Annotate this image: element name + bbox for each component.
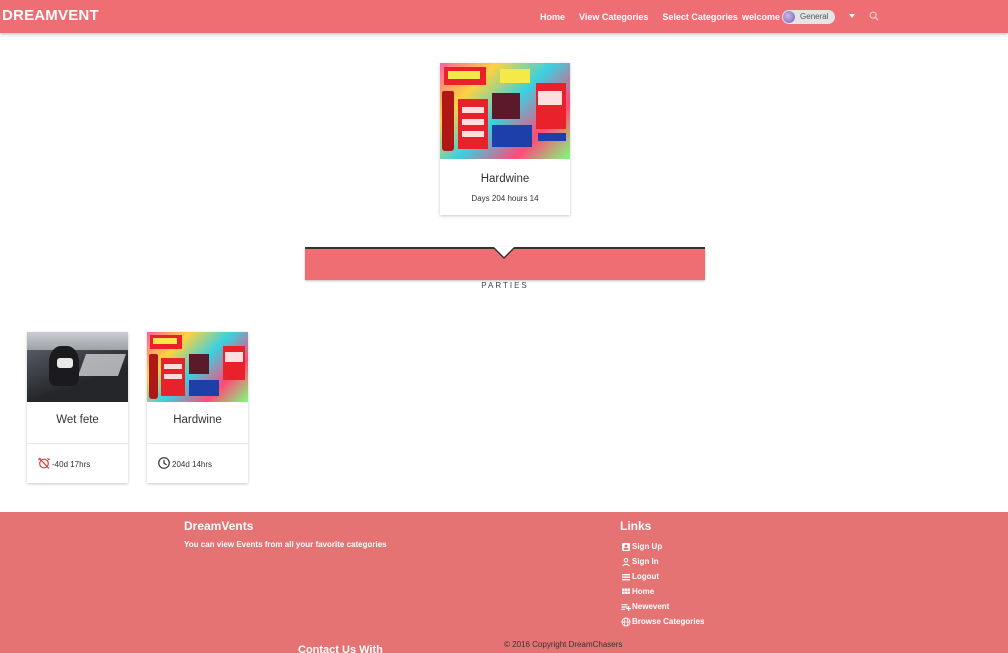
account-box-icon [621, 542, 631, 552]
logout-icon [621, 572, 631, 582]
nav-home-link[interactable]: Home [540, 12, 565, 22]
footer-browse-categories-link[interactable]: Browse Categories [621, 614, 704, 629]
event-photo-image [27, 332, 128, 402]
footer-link-label: Sign In [632, 557, 659, 566]
brand-logo[interactable]: DREAMVENT [2, 7, 99, 24]
footer-brand-description: You can view Events from all your favori… [184, 540, 387, 549]
top-navbar: DREAMVENT Home View Categories Select Ca… [0, 0, 1008, 33]
featured-event-countdown: Days 204 hours 14 [471, 194, 539, 203]
nav-view-categories-link[interactable]: View Categories [579, 12, 648, 22]
caret-down-icon[interactable] [849, 14, 855, 18]
featured-event-card[interactable]: Hardwine Days 204 hours 14 [440, 63, 570, 215]
copyright-text: © 2016 Copyright DreamChasers [504, 640, 623, 649]
footer-link-label: Newevent [632, 602, 670, 611]
event-card[interactable]: Hardwine 204d 14hrs [147, 332, 248, 483]
nav-links: Home View Categories Select Categories [526, 0, 738, 33]
footer-home-link[interactable]: Home [621, 584, 704, 599]
playlist-add-icon [621, 602, 631, 612]
person-icon [621, 557, 631, 567]
event-poster-image [440, 63, 570, 159]
welcome-area[interactable]: welcome General [742, 0, 835, 33]
footer-link-label: Browse Categories [632, 617, 705, 626]
grid-icon [621, 587, 631, 597]
globe-icon [621, 617, 631, 627]
search-icon[interactable] [869, 11, 879, 21]
section-title: PARTIES [481, 281, 529, 290]
footer-link-label: Logout [632, 572, 660, 581]
featured-event-title: Hardwine [480, 173, 530, 185]
event-card-meta: 204d 14hrs [157, 456, 212, 470]
user-chip-label: General [800, 12, 829, 21]
event-poster-image [147, 332, 248, 402]
event-card-title: Wet fete [56, 414, 99, 426]
card-divider [27, 443, 128, 444]
card-divider [147, 443, 248, 444]
avatar [783, 10, 796, 23]
footer-brand-title: DreamVents [184, 519, 254, 533]
alarm-off-icon [38, 457, 50, 469]
event-card-time: -40d 17hrs [52, 460, 91, 469]
footer-newevent-link[interactable]: Newevent [621, 599, 704, 614]
event-card[interactable]: Wet fete -40d 17hrs [27, 332, 128, 483]
welcome-label: welcome [742, 11, 781, 22]
footer-links-title: Links [620, 519, 652, 533]
nav-select-categories-link[interactable]: Select Categories [662, 12, 738, 22]
contact-heading: Contact Us With [298, 644, 383, 653]
user-chip[interactable]: General [782, 9, 835, 24]
footer-link-label: Sign Up [632, 542, 663, 551]
footer-link-label: Home [632, 587, 655, 596]
event-card-time: 204d 14hrs [172, 460, 213, 469]
footer-logout-link[interactable]: Logout [621, 569, 704, 584]
page-footer: DreamVents You can view Events from all … [0, 512, 1008, 653]
banner-notch-inner [494, 247, 514, 257]
clock-icon [158, 457, 170, 469]
footer-links-list: Sign Up Sign In Logout Home Newevent Bro… [621, 539, 704, 629]
footer-signin-link[interactable]: Sign In [621, 554, 704, 569]
event-card-title: Hardwine [173, 414, 222, 426]
event-card-meta: -40d 17hrs [37, 456, 90, 470]
footer-signup-link[interactable]: Sign Up [621, 539, 704, 554]
